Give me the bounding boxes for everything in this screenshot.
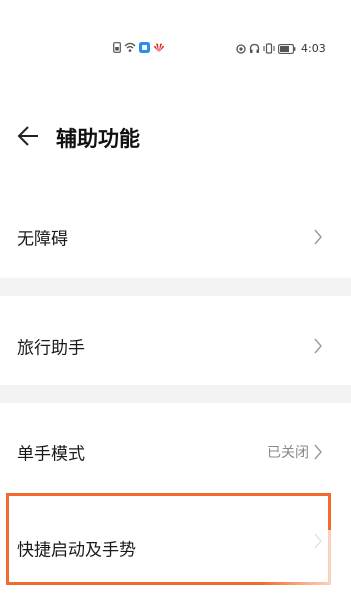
chevron-right-icon <box>313 532 323 550</box>
wifi-icon <box>124 42 136 53</box>
headset-icon <box>249 43 260 54</box>
page-title: 辅助功能 <box>56 127 140 151</box>
list-item-label: 单手模式 <box>17 444 85 465</box>
list-item-label: 旅行助手 <box>17 338 85 359</box>
status-time: 4:03 <box>301 42 326 55</box>
huawei-icon <box>153 42 165 53</box>
list-item-travel-assistant[interactable]: 旅行助手 <box>0 317 351 375</box>
location-icon <box>236 43 246 54</box>
status-right-icons: 4:03 <box>236 42 326 55</box>
vibrate-icon <box>263 43 275 54</box>
chevron-right-icon <box>313 337 323 355</box>
section-divider <box>0 278 351 296</box>
section-divider <box>0 385 351 403</box>
list-item-accessibility[interactable]: 无障碍 <box>0 208 351 266</box>
status-left-icons <box>113 42 165 53</box>
status-bar: 4:03 <box>0 40 351 62</box>
list-item-status: 已关闭 <box>267 445 309 461</box>
list-item-one-hand-mode[interactable]: 单手模式 已关闭 <box>0 423 351 481</box>
app-icon <box>139 42 150 53</box>
chevron-right-icon <box>313 443 323 461</box>
sim-icon <box>113 42 121 53</box>
chevron-right-icon <box>313 228 323 246</box>
list-item-shortcuts-gestures[interactable]: 快捷启动及手势 <box>0 493 351 589</box>
page-header: 辅助功能 <box>0 112 351 160</box>
list-item-label: 无障碍 <box>17 229 68 250</box>
back-arrow-icon[interactable] <box>14 122 42 150</box>
list-item-label: 快捷启动及手势 <box>17 540 136 561</box>
battery-icon <box>278 43 296 54</box>
